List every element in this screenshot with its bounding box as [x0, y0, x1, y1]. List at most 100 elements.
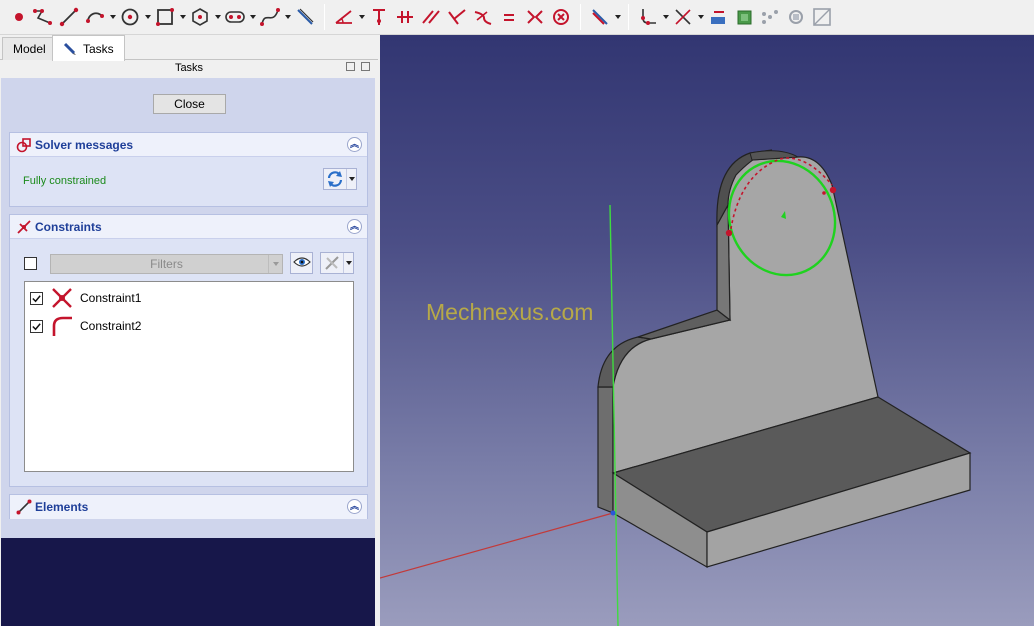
slot-icon[interactable]	[222, 3, 248, 31]
task-area: Close Solver messages ︽ Fully constraine…	[1, 78, 375, 626]
constraint-label: Constraint2	[80, 319, 142, 333]
panel-title: Tasks	[174, 62, 204, 74]
vertical-dist-icon[interactable]	[366, 3, 392, 31]
combo-tabbar: Model Tasks	[0, 35, 378, 61]
float-icon[interactable]	[346, 62, 355, 71]
list-item[interactable]: Constraint2	[30, 313, 141, 339]
polygon-dropdown[interactable]	[213, 3, 222, 31]
constraints-title: Constraints	[35, 219, 102, 234]
sketch-point[interactable]	[725, 229, 733, 237]
clone-icon[interactable]	[783, 3, 809, 31]
fillet-icon[interactable]	[635, 3, 661, 31]
settings-icon	[321, 253, 343, 273]
dimension-dropdown[interactable]	[357, 3, 366, 31]
toolbar-separator	[580, 4, 581, 30]
select-all-checkbox[interactable]	[24, 257, 37, 270]
block-icon[interactable]	[548, 3, 574, 31]
chevron-down-icon	[268, 255, 282, 273]
tab-model-label: Model	[13, 42, 46, 56]
parallel-icon[interactable]	[418, 3, 444, 31]
chevron-down-icon[interactable]	[343, 253, 353, 273]
refresh-button[interactable]	[323, 168, 357, 190]
solver-icon	[16, 137, 32, 153]
reference-dropdown[interactable]	[613, 3, 622, 31]
filters-dropdown[interactable]: Filters	[50, 254, 283, 274]
bspline-icon[interactable]	[257, 3, 283, 31]
point-icon[interactable]	[8, 3, 30, 31]
construction-mode-icon[interactable]	[292, 3, 318, 31]
constraint-checkbox[interactable]	[30, 291, 43, 305]
constraint-tools	[331, 0, 622, 34]
visibility-button[interactable]	[290, 252, 313, 274]
3d-scene	[380, 149, 972, 626]
mirror-icon[interactable]	[809, 3, 835, 31]
tab-model[interactable]: Model	[2, 37, 57, 60]
solver-messages-box: Solver messages ︽ Fully constrained	[9, 132, 368, 207]
trim-dropdown[interactable]	[696, 3, 705, 31]
solver-status: Fully constrained	[23, 175, 107, 187]
constraint-label: Constraint1	[80, 291, 142, 305]
constraints-header[interactable]: Constraints ︽	[10, 215, 367, 239]
elements-title: Elements	[35, 500, 89, 514]
slot-dropdown[interactable]	[248, 3, 257, 31]
array-icon[interactable]	[757, 3, 783, 31]
perpendicular-icon[interactable]	[444, 3, 470, 31]
x-axis	[380, 512, 614, 579]
collapse-icon[interactable]: ︽	[347, 219, 362, 234]
chevron-down-icon[interactable]	[346, 169, 356, 189]
tangent-arc-icon	[50, 314, 74, 338]
combo-view: Model Tasks Tasks Close Solver messages …	[0, 35, 378, 626]
arc-dropdown[interactable]	[108, 3, 117, 31]
constraint-settings-button[interactable]	[320, 252, 354, 274]
constraints-list: Constraint1 Constraint2	[24, 281, 354, 472]
undock-icon[interactable]	[361, 62, 370, 71]
polyline-icon[interactable]	[30, 3, 56, 31]
origin-point	[610, 510, 616, 516]
constraint-checkbox[interactable]	[30, 319, 43, 333]
rectangle-dropdown[interactable]	[178, 3, 187, 31]
rectangle-icon[interactable]	[152, 3, 178, 31]
sketch-point[interactable]	[822, 191, 826, 195]
geometry-tools	[8, 0, 318, 34]
sketcher-toolbar	[0, 0, 1034, 35]
circle-icon[interactable]	[117, 3, 143, 31]
dimension-icon[interactable]	[331, 3, 357, 31]
symmetric-icon[interactable]	[522, 3, 548, 31]
equal-icon[interactable]	[496, 3, 522, 31]
3d-viewport[interactable]: Mechnexus.com	[380, 35, 1034, 626]
reference-toggle-icon[interactable]	[587, 3, 613, 31]
model-left-face	[597, 386, 614, 514]
toolbar-separator	[324, 4, 325, 30]
polygon-icon[interactable]	[187, 3, 213, 31]
collapse-icon[interactable]: ︽	[347, 499, 362, 514]
fillet-dropdown[interactable]	[661, 3, 670, 31]
circle-dropdown[interactable]	[143, 3, 152, 31]
elements-box: Elements ︽	[9, 494, 368, 519]
solver-messages-header[interactable]: Solver messages ︽	[10, 133, 367, 157]
elements-header[interactable]: Elements ︽	[10, 495, 367, 519]
trim-icon[interactable]	[670, 3, 696, 31]
carbon-copy-icon[interactable]	[731, 3, 757, 31]
external-geometry-icon[interactable]	[705, 3, 731, 31]
line-icon[interactable]	[56, 3, 82, 31]
watermark: Mechnexus.com	[426, 299, 594, 325]
close-button[interactable]: Close	[153, 94, 226, 114]
toolbar-separator	[628, 4, 629, 30]
bspline-dropdown[interactable]	[283, 3, 292, 31]
tangent-icon[interactable]	[470, 3, 496, 31]
elements-icon	[16, 499, 32, 515]
tab-tasks[interactable]: Tasks	[52, 35, 125, 61]
refresh-icon	[324, 169, 346, 189]
coincident-icon	[50, 286, 74, 310]
horizontal-dist-icon[interactable]	[392, 3, 418, 31]
constraints-icon	[16, 219, 32, 235]
arc-icon[interactable]	[82, 3, 108, 31]
list-item[interactable]: Constraint1	[30, 285, 141, 311]
tab-tasks-label: Tasks	[83, 41, 114, 56]
collapse-icon[interactable]: ︽	[347, 137, 362, 152]
constraints-box: Constraints ︽ Filters Constraint1 Constr…	[9, 214, 368, 487]
solver-messages-title: Solver messages	[35, 137, 134, 152]
sketch-point[interactable]	[829, 186, 837, 194]
panel-title-buttons	[346, 62, 370, 71]
edit-tools	[635, 0, 835, 34]
